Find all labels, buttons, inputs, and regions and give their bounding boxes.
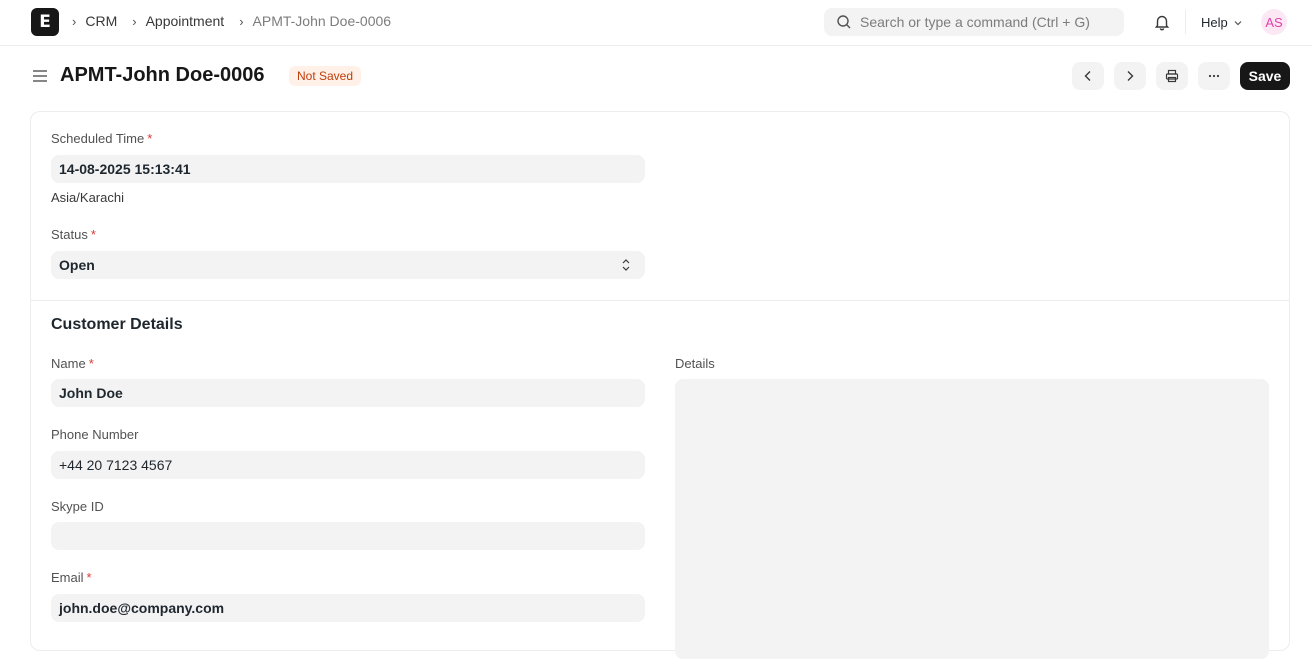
page-title: APMT-John Doe-0006 (60, 64, 265, 86)
breadcrumb-crm[interactable]: CRM (85, 13, 117, 29)
chevron-down-icon (1234, 20, 1242, 25)
required-marker: * (147, 131, 153, 146)
navbar-divider (1185, 10, 1186, 34)
phone-number-field[interactable]: +44 20 7123 4567 (51, 451, 645, 479)
chevron-left-icon (1084, 71, 1091, 81)
email-label: Email * (51, 570, 92, 585)
status-select-value: Open (59, 257, 95, 273)
avatar[interactable]: AS (1261, 9, 1287, 35)
name-label: Name * (51, 356, 94, 371)
required-marker: * (88, 356, 94, 371)
search-placeholder: Search or type a command (Ctrl + G) (860, 14, 1090, 30)
name-label-text: Name (51, 356, 86, 371)
help-dropdown[interactable]: Help (1201, 15, 1243, 30)
breadcrumb-current-document[interactable]: APMT-John Doe-0006 (253, 13, 392, 29)
form-card: Scheduled Time * 14-08-2025 15:13:41 Asia… (30, 111, 1290, 659)
skype-id-label: Skype ID (51, 499, 104, 514)
search-input[interactable]: Search or type a command (Ctrl + G) (824, 8, 1124, 36)
email-field[interactable]: john.doe@company.com (51, 594, 645, 622)
email-label-text: Email (51, 570, 84, 585)
timezone-label: Asia/Karachi (51, 190, 124, 205)
print-button[interactable] (1156, 62, 1188, 90)
skype-id-field[interactable] (51, 522, 645, 550)
select-caret-icon (622, 259, 630, 271)
breadcrumb-appointment[interactable]: Appointment (146, 13, 225, 29)
details-label: Details (675, 356, 715, 371)
previous-document-button[interactable] (1072, 62, 1104, 90)
search-icon (837, 15, 851, 29)
chevron-right-icon: › (132, 13, 137, 29)
chevron-right-icon (1127, 71, 1134, 81)
phone-number-label: Phone Number (51, 427, 139, 442)
status-label: Status * (51, 227, 96, 242)
required-marker: * (90, 227, 96, 242)
status-select[interactable]: Open (51, 251, 645, 279)
breadcrumb: › CRM › Appointment › APMT-John Doe-0006 (72, 13, 406, 29)
notification-bell-icon[interactable] (1153, 13, 1171, 31)
name-field[interactable]: John Doe (51, 379, 645, 407)
top-navbar: E › CRM › Appointment › APMT-John Doe-00… (0, 0, 1312, 46)
logo-letter: E (39, 12, 51, 32)
section-divider (31, 300, 1289, 301)
customer-details-heading: Customer Details (51, 316, 183, 333)
more-actions-button[interactable] (1198, 62, 1230, 90)
status-label-text: Status (51, 227, 88, 242)
scheduled-time-label: Scheduled Time * (51, 131, 152, 146)
sidebar-toggle-icon[interactable] (33, 69, 47, 83)
status-badge: Not Saved (289, 66, 362, 86)
scheduled-time-label-text: Scheduled Time (51, 131, 145, 146)
details-textarea[interactable] (675, 379, 1269, 659)
printer-icon (1165, 69, 1179, 83)
save-button[interactable]: Save (1240, 62, 1290, 90)
app-logo[interactable]: E (31, 8, 59, 36)
scheduled-time-field[interactable]: 14-08-2025 15:13:41 (51, 155, 645, 183)
more-horizontal-icon (1208, 74, 1220, 78)
help-label: Help (1201, 15, 1228, 30)
chevron-right-icon: › (72, 13, 77, 29)
next-document-button[interactable] (1114, 62, 1146, 90)
required-marker: * (86, 570, 92, 585)
chevron-right-icon: › (239, 13, 244, 29)
